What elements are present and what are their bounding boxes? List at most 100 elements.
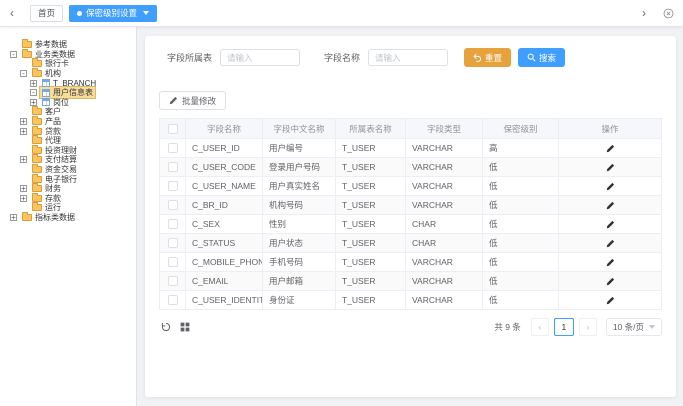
- tree-node-loan[interactable]: +贷款: [0, 126, 136, 136]
- collapse-icon[interactable]: -: [10, 51, 17, 58]
- table-row: C_SEX性别T_USERCHAR低: [160, 215, 662, 234]
- folder-icon: [32, 137, 42, 144]
- current-page-button[interactable]: 1: [554, 318, 574, 336]
- row-checkbox[interactable]: [168, 257, 178, 267]
- tab-home[interactable]: 首页: [30, 5, 63, 22]
- folder-icon: [32, 128, 42, 135]
- tab-security-level-settings[interactable]: 保密级别设置: [69, 5, 157, 22]
- edit-row-button[interactable]: [606, 144, 615, 153]
- tree-node-product[interactable]: +产品: [0, 117, 136, 127]
- collapse-icon[interactable]: -: [20, 70, 27, 77]
- pencil-icon: [606, 182, 615, 191]
- row-checkbox[interactable]: [168, 238, 178, 248]
- edit-row-button[interactable]: [606, 258, 615, 267]
- cell-owner-table: T_USER: [336, 253, 406, 272]
- main-panel: 字段所属表 字段名称 重置 搜索: [137, 27, 683, 406]
- edit-row-button[interactable]: [606, 277, 615, 286]
- batch-edit-button[interactable]: 批量修改: [159, 91, 226, 110]
- cell-field-type: VARCHAR: [406, 291, 483, 310]
- expand-icon[interactable]: +: [20, 128, 27, 135]
- tree-node-label: 机构: [45, 68, 61, 79]
- expand-icon[interactable]: +: [20, 195, 27, 202]
- cell-owner-table: T_USER: [336, 234, 406, 253]
- table-row: C_EMAIL用户邮箱T_USERVARCHAR低: [160, 272, 662, 291]
- tree-node-deposit[interactable]: +存款: [0, 194, 136, 204]
- table-row: C_USER_NAME用户真实姓名T_USERVARCHAR低: [160, 177, 662, 196]
- cell-field-name: C_EMAIL: [186, 272, 263, 291]
- row-checkbox[interactable]: [168, 181, 178, 191]
- tree-node-bank-card[interactable]: 银行卡: [0, 59, 136, 69]
- content-area: 参考数据-业务类数据银行卡-机构+T_BRANCH-用户信息表+岗位客户+产品+…: [0, 27, 683, 406]
- tree-node-indicator-data[interactable]: +指标类数据: [0, 213, 136, 223]
- tree-node-customer[interactable]: 客户: [0, 107, 136, 117]
- pencil-icon: [606, 201, 615, 210]
- search-button[interactable]: 搜索: [518, 48, 565, 67]
- pencil-icon: [606, 163, 615, 172]
- collapse-icon[interactable]: -: [30, 89, 37, 96]
- edit-row-button[interactable]: [606, 163, 615, 172]
- column-settings-icon[interactable]: [180, 322, 190, 332]
- reset-button[interactable]: 重置: [464, 48, 511, 67]
- folder-icon: [32, 156, 42, 163]
- tree-node-body: 指标类数据: [20, 212, 77, 223]
- tab-security-level-settings-label: 保密级别设置: [86, 7, 137, 19]
- col-field-cn-name: 字段中文名称: [263, 119, 336, 139]
- expand-icon[interactable]: +: [30, 99, 37, 106]
- edit-row-button[interactable]: [606, 296, 615, 305]
- expand-icon[interactable]: +: [10, 214, 17, 221]
- row-checkbox[interactable]: [168, 200, 178, 210]
- tree-node-position[interactable]: +岗位: [0, 98, 136, 108]
- cell-owner-table: T_USER: [336, 139, 406, 158]
- cell-security-level: 低: [483, 177, 559, 196]
- field-name-input[interactable]: [368, 49, 448, 66]
- cell-field-cn-name: 用户状态: [263, 234, 336, 253]
- folder-icon: [32, 147, 42, 154]
- expand-icon[interactable]: +: [20, 185, 27, 192]
- chevron-down-icon[interactable]: [143, 11, 149, 15]
- tree-node-e-banking[interactable]: 电子银行: [0, 174, 136, 184]
- row-checkbox[interactable]: [168, 276, 178, 286]
- folder-icon: [22, 214, 32, 221]
- cell-field-type: VARCHAR: [406, 177, 483, 196]
- cell-field-type: VARCHAR: [406, 272, 483, 291]
- refresh-icon[interactable]: [161, 322, 171, 332]
- cell-field-cn-name: 手机号码: [263, 253, 336, 272]
- footer-icons: [161, 322, 190, 332]
- edit-row-button[interactable]: [606, 239, 615, 248]
- row-checkbox[interactable]: [168, 295, 178, 305]
- tree-node-finance[interactable]: +财务: [0, 184, 136, 194]
- cell-security-level: 低: [483, 291, 559, 310]
- edit-row-button[interactable]: [606, 220, 615, 229]
- prev-page-button[interactable]: ‹: [531, 318, 549, 336]
- chevron-down-icon: [649, 325, 655, 329]
- cell-security-level: 低: [483, 215, 559, 234]
- row-checkbox[interactable]: [168, 219, 178, 229]
- field-table-input[interactable]: [220, 49, 300, 66]
- row-checkbox[interactable]: [168, 162, 178, 172]
- cell-field-name: C_SEX: [186, 215, 263, 234]
- tree-node-organization[interactable]: - 机构: [0, 69, 136, 79]
- table-row: C_USER_ID用户编号T_USERVARCHAR高: [160, 139, 662, 158]
- edit-row-button[interactable]: [606, 201, 615, 210]
- folder-icon: [32, 185, 42, 192]
- search-form: 字段所属表 字段名称 重置 搜索: [167, 48, 662, 67]
- cell-owner-table: T_USER: [336, 291, 406, 310]
- close-all-tabs-icon[interactable]: [663, 8, 674, 19]
- folder-icon: [32, 70, 42, 77]
- edit-row-button[interactable]: [606, 182, 615, 191]
- row-checkbox[interactable]: [168, 143, 178, 153]
- select-all-checkbox[interactable]: [168, 124, 178, 134]
- folder-icon: [32, 195, 42, 202]
- expand-icon[interactable]: +: [20, 118, 27, 125]
- cell-field-cn-name: 用户编号: [263, 139, 336, 158]
- field-name-label: 字段名称: [324, 51, 360, 64]
- next-page-button[interactable]: ›: [579, 318, 597, 336]
- expand-icon[interactable]: +: [20, 156, 27, 163]
- expand-icon[interactable]: +: [30, 80, 37, 87]
- table-toolbar: 批量修改: [159, 91, 662, 110]
- page-size-select[interactable]: 10 条/页: [606, 318, 662, 336]
- tabs-scroll-right-icon[interactable]: ›: [632, 6, 656, 20]
- cell-field-cn-name: 机构号码: [263, 196, 336, 215]
- tabs-scroll-left-icon[interactable]: ‹: [0, 6, 24, 20]
- tag-view-bar: ‹ 首页 保密级别设置 ›: [0, 0, 683, 27]
